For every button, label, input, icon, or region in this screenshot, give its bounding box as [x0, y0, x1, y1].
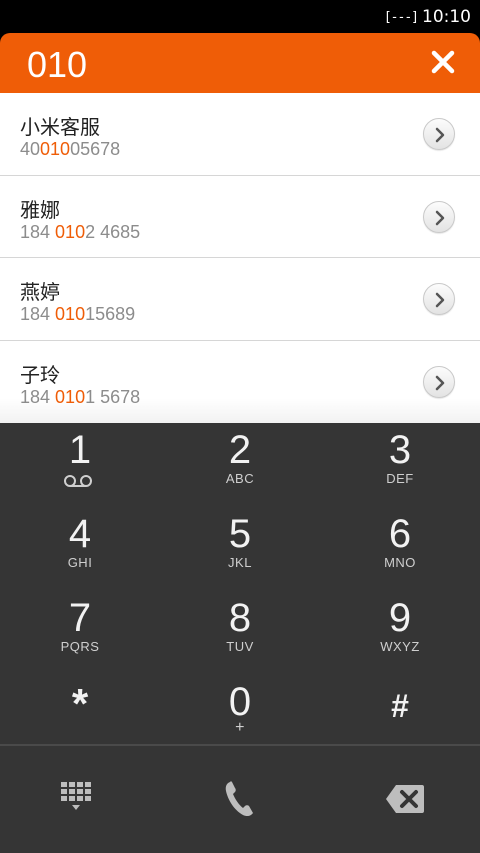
- phone-icon: [225, 781, 253, 817]
- key-digit: 0: [228, 680, 252, 724]
- close-icon[interactable]: [430, 49, 456, 75]
- dialer-action-bar: [0, 744, 480, 853]
- key-digit: 1: [68, 428, 92, 472]
- key-letters: WXYZ: [380, 639, 420, 654]
- key-letters: GHI: [67, 555, 93, 570]
- key-digit: #: [391, 688, 409, 724]
- chevron-right-icon: [435, 375, 445, 390]
- key-digit: 5: [228, 512, 252, 556]
- contact-number: 184 01015689: [20, 304, 136, 324]
- contact-detail-button[interactable]: [423, 365, 455, 398]
- key-letters: ABC: [225, 471, 255, 486]
- contact-results-list: 小米客服 4001005678 雅娜 184 0102 4685 燕婷 184 …: [0, 93, 480, 423]
- dialed-number-input[interactable]: 010: [27, 44, 87, 86]
- backspace-icon: [386, 785, 424, 813]
- number-match-highlight: 010: [40, 139, 71, 159]
- key-7[interactable]: 7 PQRS: [0, 591, 160, 673]
- key-digit: *: [71, 680, 89, 727]
- key-2[interactable]: 2 ABC: [160, 423, 320, 505]
- number-match-highlight: 010: [55, 221, 86, 242]
- voicemail-icon: [63, 473, 93, 492]
- contact-number: 184 0101 5678: [20, 386, 141, 407]
- chevron-right-icon: [435, 292, 445, 308]
- key-6[interactable]: 6 MNO: [320, 507, 480, 589]
- contact-result-item[interactable]: 小米客服 4001005678: [0, 93, 480, 176]
- contact-name: 雅娜: [20, 197, 60, 222]
- key-letters: JKL: [228, 555, 252, 570]
- chevron-right-icon: [435, 210, 445, 225]
- contact-name: 小米客服: [20, 115, 100, 139]
- dial-keypad: 1 2 ABC 3 DEF 4 GHI 5 JKL 6 MNO 7 PQRS 8…: [0, 423, 480, 744]
- chevron-right-icon: [435, 127, 445, 143]
- call-button[interactable]: [160, 746, 320, 853]
- key-digit: 9: [388, 596, 412, 640]
- signal-indicator: [---]: [383, 9, 419, 25]
- key-4[interactable]: 4 GHI: [0, 507, 160, 589]
- key-5[interactable]: 5 JKL: [160, 507, 320, 589]
- contact-number: 4001005678: [20, 139, 121, 159]
- contact-name: 子玲: [20, 362, 60, 387]
- key-9[interactable]: 9 WXYZ: [320, 591, 480, 673]
- delete-button[interactable]: [320, 746, 480, 853]
- key-digit: 2: [228, 428, 252, 472]
- key-letters: PQRS: [60, 639, 100, 654]
- status-clock: 10:10: [422, 7, 471, 27]
- dialpad-icon: [61, 782, 91, 810]
- key-8[interactable]: 8 TUV: [160, 591, 320, 673]
- number-match-highlight: 010: [55, 304, 86, 324]
- contact-number: 184 0102 4685: [20, 221, 141, 242]
- contact-result-item[interactable]: 子玲 184 0101 5678: [0, 340, 480, 423]
- key-letters: DEF: [386, 471, 414, 486]
- key-digit: 7: [68, 596, 92, 640]
- dialpad-toggle-button[interactable]: [0, 746, 160, 853]
- contact-result-item[interactable]: 燕婷 184 01015689: [0, 258, 480, 341]
- status-bar: [---] 10:10: [0, 0, 480, 33]
- contact-detail-button[interactable]: [423, 283, 455, 315]
- key-digit: 3: [388, 428, 412, 472]
- contact-detail-button[interactable]: [423, 200, 455, 233]
- contact-name: 燕婷: [20, 280, 60, 304]
- key-letters: MNO: [384, 555, 416, 570]
- key-letters: +: [235, 719, 245, 736]
- number-match-highlight: 010: [55, 386, 86, 407]
- key-3[interactable]: 3 DEF: [320, 423, 480, 505]
- search-header: 010: [0, 33, 480, 93]
- key-digit: 4: [68, 512, 92, 556]
- contact-result-item[interactable]: 雅娜 184 0102 4685: [0, 176, 480, 258]
- key-letters: TUV: [226, 639, 254, 654]
- key-digit: 6: [388, 512, 412, 556]
- key-digit: 8: [228, 596, 252, 640]
- key-1[interactable]: 1: [0, 423, 160, 505]
- contact-detail-button[interactable]: [423, 118, 455, 150]
